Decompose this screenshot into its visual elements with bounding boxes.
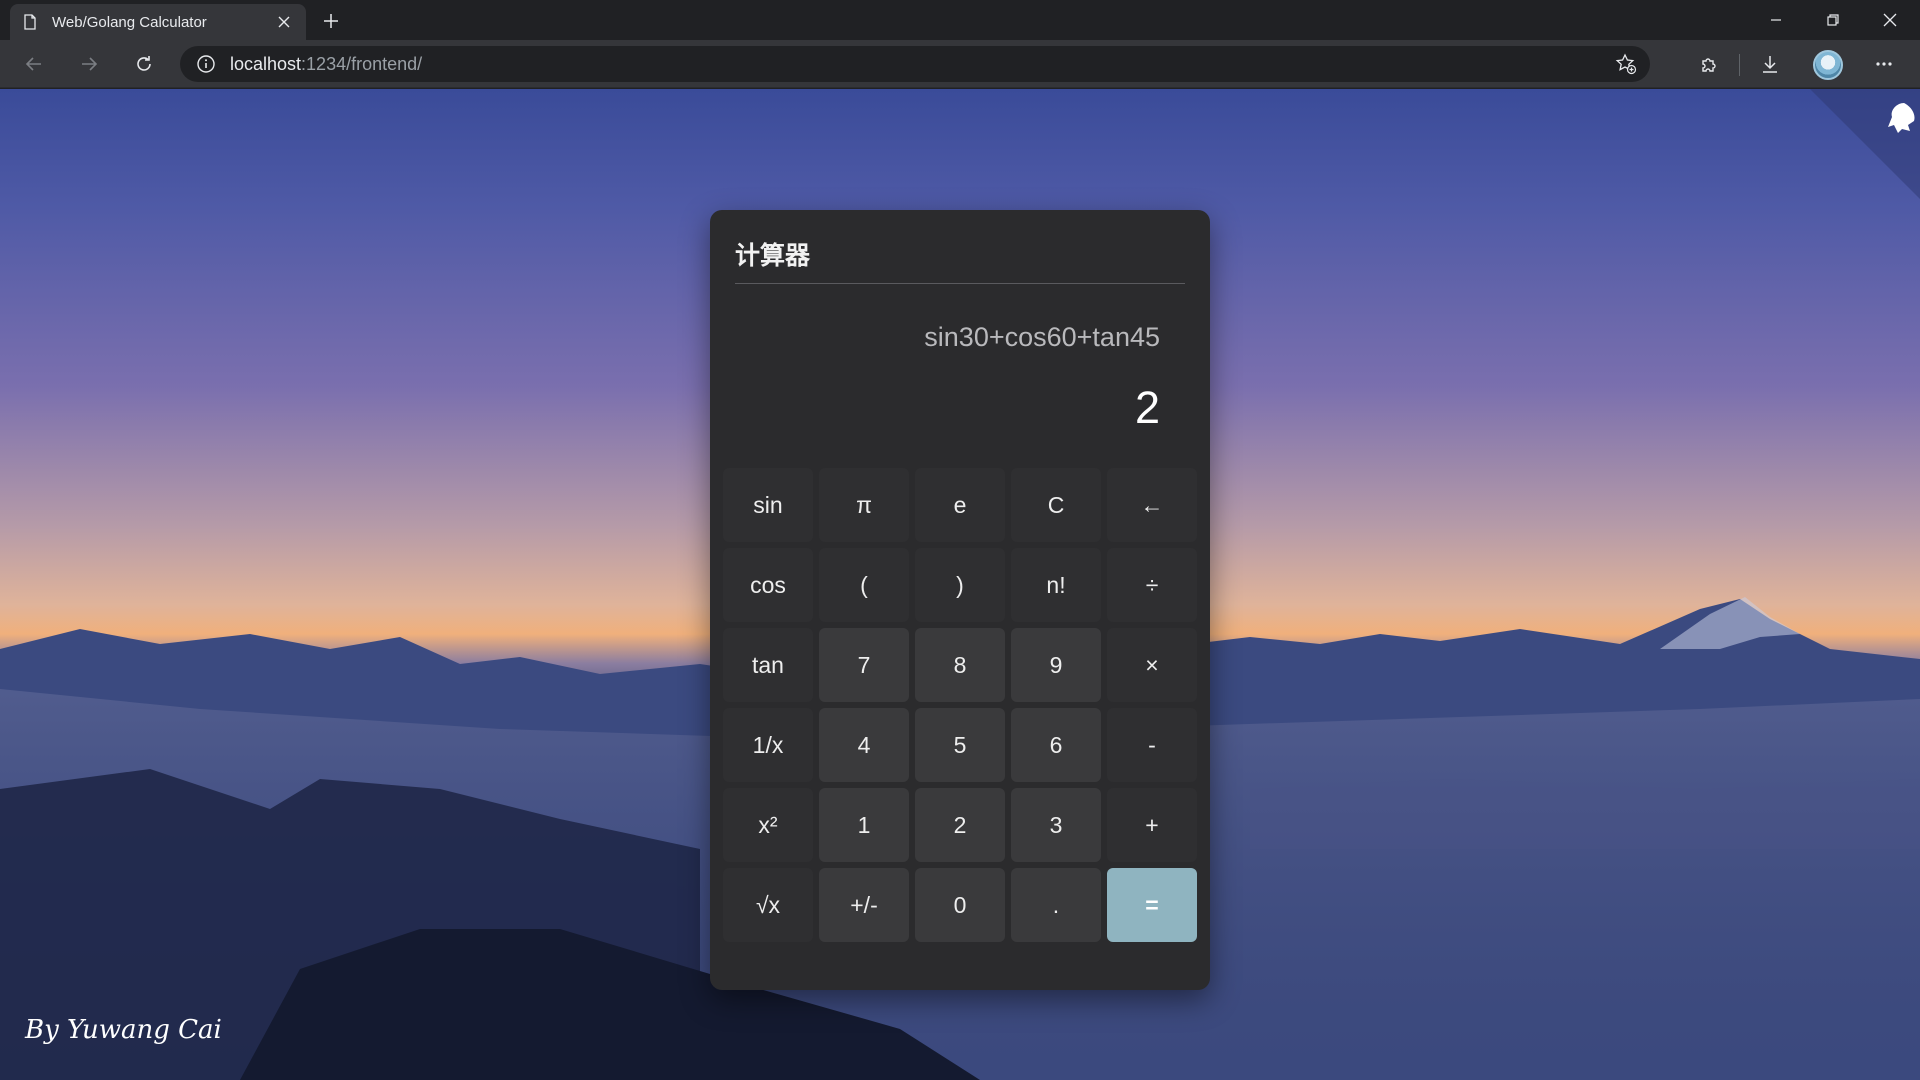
key-18[interactable]: 6 [1011, 708, 1101, 782]
plus-icon[interactable] [318, 8, 344, 34]
browser-toolbar: localhost:1234/frontend/ [0, 40, 1920, 88]
url-host: localhost [230, 53, 302, 74]
url-path: :1234/frontend/ [301, 53, 423, 74]
key-25[interactable]: √x [723, 868, 813, 942]
key-1[interactable]: π [819, 468, 909, 542]
key-27[interactable]: 0 [915, 868, 1005, 942]
forward-arrow-icon[interactable] [73, 48, 105, 80]
key-2[interactable]: e [915, 468, 1005, 542]
key-21[interactable]: 1 [819, 788, 909, 862]
key-0[interactable]: sin [723, 468, 813, 542]
close-icon[interactable] [274, 12, 294, 32]
key-12[interactable]: 8 [915, 628, 1005, 702]
download-icon[interactable] [1754, 48, 1786, 80]
browser-tab[interactable]: Web/Golang Calculator [10, 4, 306, 40]
key-3[interactable]: C [1011, 468, 1101, 542]
puzzle-icon[interactable] [1694, 48, 1726, 80]
key-11[interactable]: 7 [819, 628, 909, 702]
avatar[interactable] [1813, 50, 1843, 80]
key-8[interactable]: n! [1011, 548, 1101, 622]
key-4[interactable]: ← [1107, 468, 1197, 542]
address-bar[interactable]: localhost:1234/frontend/ [180, 46, 1650, 82]
more-icon[interactable] [1868, 48, 1900, 80]
reload-icon[interactable] [128, 48, 160, 80]
key-28[interactable]: . [1011, 868, 1101, 942]
key-24[interactable]: + [1107, 788, 1197, 862]
restore-icon[interactable] [1805, 0, 1861, 40]
key-7[interactable]: ) [915, 548, 1005, 622]
close-icon[interactable] [1862, 0, 1918, 40]
key-29[interactable]: = [1107, 868, 1197, 942]
key-26[interactable]: +/- [819, 868, 909, 942]
expression-display: sin30+cos60+tan45 [924, 322, 1160, 352]
tab-title: Web/Golang Calculator [52, 13, 207, 31]
author-credit: By Yuwang Cai [25, 1015, 222, 1045]
info-icon[interactable] [196, 54, 216, 74]
key-9[interactable]: ÷ [1107, 548, 1197, 622]
key-20[interactable]: x² [723, 788, 813, 862]
key-14[interactable]: × [1107, 628, 1197, 702]
calculator-panel: 计算器 sin30+cos60+tan45 2 sin π e C ← cos() n! ÷ t… [710, 210, 1210, 990]
calculator-title: 计算器 [735, 242, 811, 270]
result-display: 2 [1134, 382, 1160, 433]
minimize-icon[interactable] [1748, 0, 1804, 40]
key-23[interactable]: 3 [1011, 788, 1101, 862]
title-divider [735, 283, 1185, 284]
key-6[interactable]: ( [819, 548, 909, 622]
key-15[interactable]: 1/x [723, 708, 813, 782]
key-10[interactable]: tan [723, 628, 813, 702]
key-13[interactable]: 9 [1011, 628, 1101, 702]
browser-tab-bar: Web/Golang Calculator [0, 0, 1920, 40]
keypad: sin π e C ← cos() n! ÷ tan 7 8 9 × 1/x 4 5 6- x² 1 2 3 + √x +/-… [723, 468, 1197, 942]
star-add-icon[interactable] [1614, 52, 1638, 76]
github-corner-icon[interactable] [1810, 89, 1920, 199]
page-viewport: 计算器 sin30+cos60+tan45 2 sin π e C ← cos() n! ÷ t… [0, 89, 1920, 1080]
key-17[interactable]: 5 [915, 708, 1005, 782]
page-icon [22, 14, 38, 30]
key-22[interactable]: 2 [915, 788, 1005, 862]
key-5[interactable]: cos [723, 548, 813, 622]
key-19[interactable]: - [1107, 708, 1197, 782]
toolbar-divider [1739, 54, 1740, 76]
back-arrow-icon[interactable] [18, 48, 50, 80]
key-16[interactable]: 4 [819, 708, 909, 782]
